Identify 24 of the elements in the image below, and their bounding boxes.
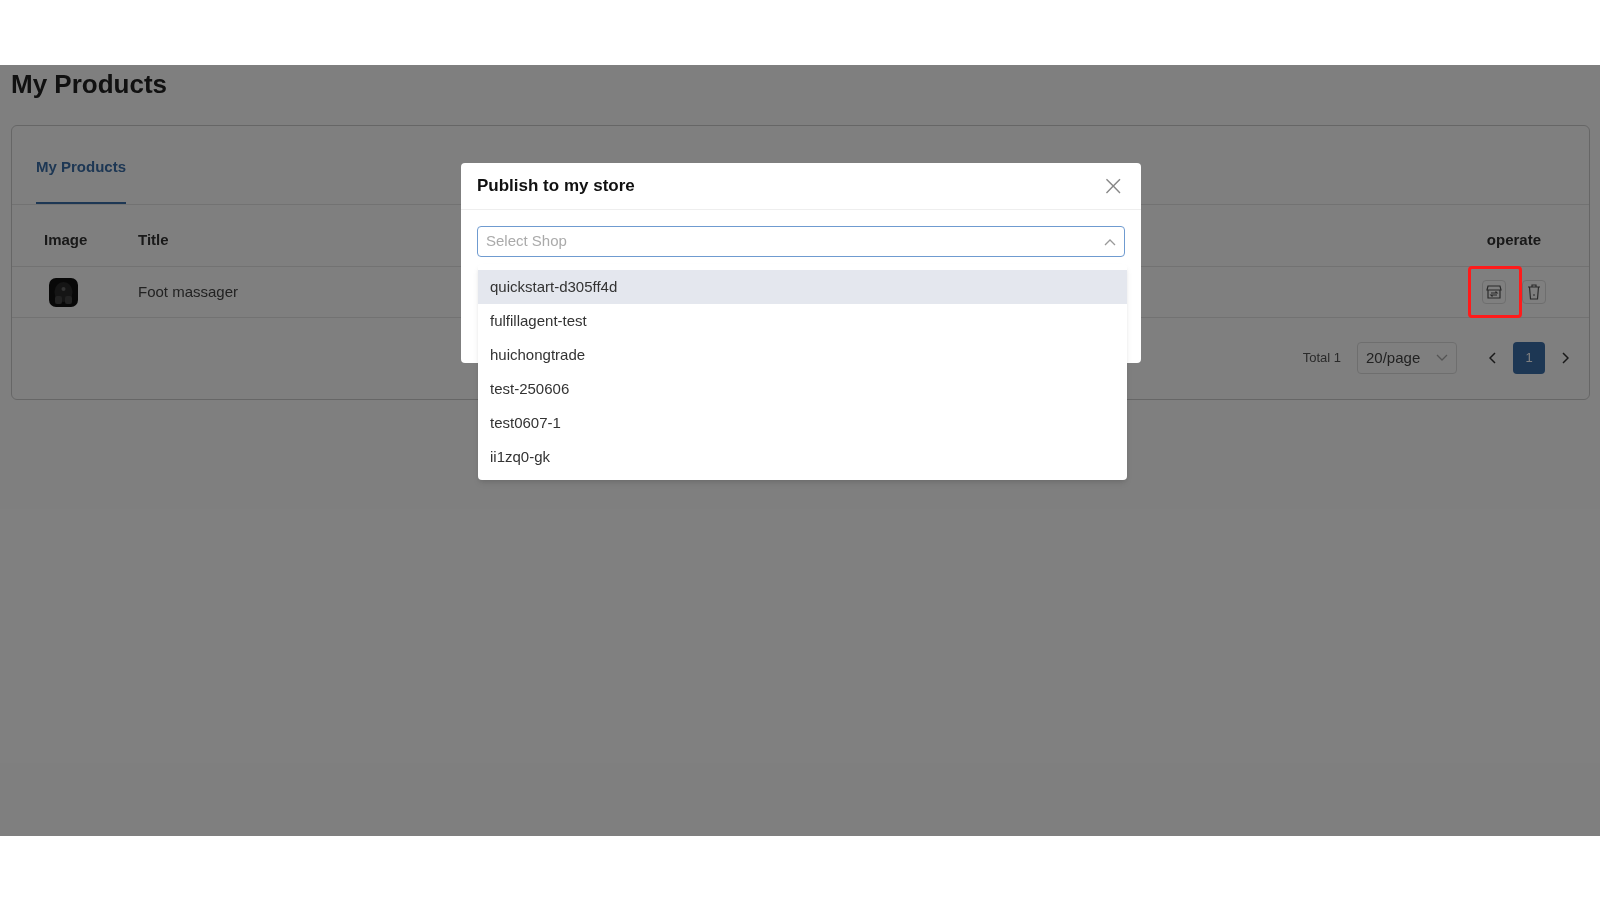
close-button[interactable]: × <box>1101 172 1125 200</box>
publish-button[interactable] <box>1482 280 1506 304</box>
placeholder-text: Select Shop <box>486 231 567 252</box>
column-header: Title <box>138 230 169 251</box>
page-size-select[interactable]: 20/page <box>1357 342 1457 374</box>
next-page-icon[interactable] <box>1561 352 1569 364</box>
column-header: Image <box>44 230 89 251</box>
dropdown-option[interactable]: fulfillagent-test <box>478 304 1127 338</box>
previous-page-icon[interactable] <box>1489 352 1497 364</box>
dropdown-option[interactable]: quickstart-d305ff4d <box>478 270 1127 304</box>
table-cell-text: Foot massager <box>138 281 239 302</box>
dialog-title: Publish to my store <box>477 175 635 198</box>
page-title: My Products <box>11 68 169 101</box>
dropdown-option[interactable]: huichongtrade <box>478 338 1127 372</box>
column-header: operate <box>1486 230 1541 251</box>
chevron-down-icon <box>1436 354 1448 362</box>
trash-icon <box>1527 284 1541 300</box>
dropdown-option[interactable]: test0607-1 <box>478 406 1127 440</box>
total-count: Total 1 <box>1302 349 1341 368</box>
dropdown-option[interactable]: test-250606 <box>478 372 1127 406</box>
delete-button[interactable] <box>1522 280 1546 304</box>
store-icon <box>1486 284 1502 300</box>
chevron-up-icon <box>1104 237 1116 246</box>
dropdown-option[interactable]: ii1zq0-gk <box>478 440 1127 474</box>
